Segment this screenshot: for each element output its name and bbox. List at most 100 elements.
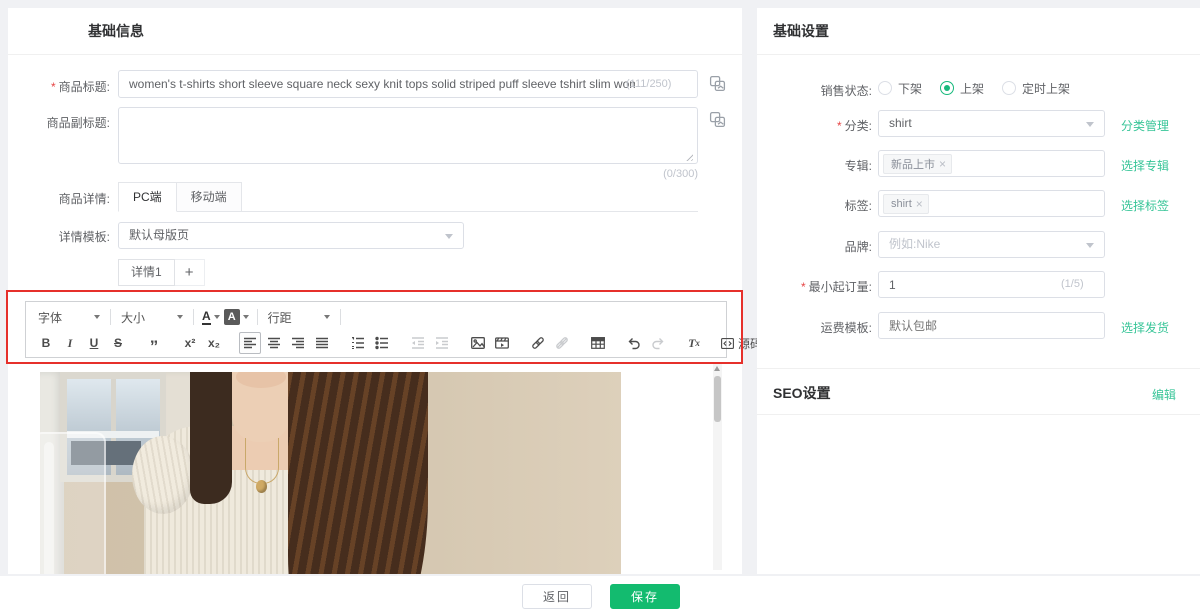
chevron-down-icon <box>177 315 183 319</box>
chevron-down-icon <box>324 315 330 319</box>
remove-tag-icon[interactable]: × <box>939 157 946 171</box>
detail-template-select[interactable]: 默认母版页 <box>118 222 464 249</box>
category-select[interactable]: shirt <box>878 110 1105 137</box>
align-center-icon[interactable] <box>263 332 285 354</box>
divider <box>757 368 1200 369</box>
video-icon[interactable] <box>491 332 513 354</box>
font-size-dropdown[interactable]: 大小 <box>117 306 187 328</box>
save-button[interactable]: 保存 <box>610 584 680 609</box>
scroll-up-icon[interactable] <box>714 366 720 371</box>
radio-on-shelf[interactable]: 上架 <box>940 80 984 97</box>
strikethrough-button[interactable]: S <box>107 332 129 354</box>
separator <box>110 309 111 325</box>
chevron-down-icon <box>94 315 100 319</box>
image-icon[interactable] <box>467 332 489 354</box>
sale-status-radio-group: 下架 上架 定时上架 <box>878 78 1088 98</box>
min-order-counter: (1/5) <box>1061 278 1084 290</box>
product-title-label: *商品标题: <box>8 78 110 95</box>
superscript-button[interactable]: x² <box>179 332 201 354</box>
separator <box>257 309 258 325</box>
scrollbar-thumb[interactable] <box>714 376 721 422</box>
align-justify-icon[interactable] <box>311 332 333 354</box>
outdent-icon[interactable] <box>407 332 429 354</box>
italic-button[interactable]: I <box>59 332 81 354</box>
product-subtitle-label: 商品副标题: <box>8 114 110 131</box>
line-height-dropdown[interactable]: 行距 <box>264 306 334 328</box>
underline-button[interactable]: U <box>83 332 105 354</box>
brand-label: 品牌: <box>757 238 872 255</box>
detail-page-tab-1[interactable]: 详情1 <box>118 259 175 286</box>
radio-timed-shelf[interactable]: 定时上架 <box>1002 80 1070 97</box>
translate-icon[interactable] <box>709 75 726 92</box>
editor-content-area[interactable] <box>25 358 727 574</box>
separator <box>340 309 341 325</box>
basic-info-panel: 基础信息 *商品标题: (111/250) 商品副标题: (0/300) 商品详… <box>8 8 742 574</box>
photo-necklace <box>245 438 279 484</box>
blockquote-button[interactable]: ” <box>143 332 165 354</box>
align-left-icon[interactable] <box>239 332 261 354</box>
freight-label: 运费模板: <box>757 319 872 336</box>
seo-settings-title: SEO设置 <box>773 383 831 403</box>
category-label: *分类: <box>757 117 872 134</box>
separator <box>193 309 194 325</box>
album-tag-chip: 新品上市× <box>883 154 952 174</box>
photo-hair <box>190 372 232 504</box>
tag-label: 标签: <box>757 197 872 214</box>
subscript-button[interactable]: x₂ <box>203 332 225 354</box>
select-shipping-link[interactable]: 选择发货 <box>1121 319 1169 336</box>
select-album-link[interactable]: 选择专辑 <box>1121 157 1169 174</box>
unlink-icon[interactable] <box>551 332 573 354</box>
radio-checked-icon <box>940 81 954 95</box>
seo-edit-link[interactable]: 编辑 <box>1152 386 1176 403</box>
basic-settings-header: 基础设置 <box>757 8 1200 55</box>
product-subtitle-textarea[interactable] <box>118 107 698 164</box>
chevron-down-icon <box>214 315 220 319</box>
radio-icon <box>878 81 892 95</box>
text-color-button[interactable]: A <box>202 309 220 325</box>
radio-off-shelf[interactable]: 下架 <box>878 80 922 97</box>
freight-input[interactable] <box>878 312 1105 339</box>
subtitle-char-counter: (0/300) <box>118 168 698 180</box>
unordered-list-icon[interactable] <box>371 332 393 354</box>
rich-text-toolbar: 字体 大小 A A 行距 B I U S ” x² x₂ <box>25 301 727 358</box>
tag-input[interactable]: shirt× <box>878 190 1105 217</box>
detail-template-label: 详情模板: <box>8 228 110 245</box>
product-detail-label: 商品详情: <box>8 190 110 207</box>
tab-mobile[interactable]: 移动端 <box>177 182 242 212</box>
add-detail-tab-button[interactable]: + <box>175 259 205 286</box>
brand-select[interactable]: 例如:Nike <box>878 231 1105 258</box>
ordered-list-icon[interactable] <box>347 332 369 354</box>
tab-pc[interactable]: PC端 <box>118 182 177 212</box>
basic-info-title: 基础信息 <box>88 8 144 55</box>
remove-format-button[interactable]: Tx <box>683 332 705 354</box>
link-icon[interactable] <box>527 332 549 354</box>
chevron-down-icon <box>1086 122 1094 127</box>
bold-button[interactable]: B <box>35 332 57 354</box>
basic-info-header: 基础信息 <box>8 8 742 55</box>
chevron-down-icon <box>243 315 249 319</box>
source-code-icon <box>720 336 735 351</box>
detail-device-tabbar: PC端 移动端 <box>118 182 698 212</box>
album-input[interactable]: 新品上市× <box>878 150 1105 177</box>
translate-icon[interactable] <box>709 111 726 128</box>
background-color-button[interactable]: A <box>224 309 249 325</box>
chevron-down-icon <box>1086 243 1094 248</box>
product-detail-photo <box>40 372 621 574</box>
font-family-dropdown[interactable]: 字体 <box>34 306 104 328</box>
align-right-icon[interactable] <box>287 332 309 354</box>
indent-icon[interactable] <box>431 332 453 354</box>
redo-icon[interactable] <box>647 332 669 354</box>
select-tag-link[interactable]: 选择标签 <box>1121 197 1169 214</box>
back-button[interactable]: 返回 <box>522 584 592 609</box>
tag-chip: shirt× <box>883 194 929 214</box>
album-label: 专辑: <box>757 157 872 174</box>
product-title-input[interactable] <box>118 70 698 98</box>
table-icon[interactable] <box>587 332 609 354</box>
remove-tag-icon[interactable]: × <box>916 197 923 211</box>
sale-status-label: 销售状态: <box>757 82 872 99</box>
min-order-label: *最小起订量: <box>757 278 872 295</box>
basic-settings-title: 基础设置 <box>773 8 829 55</box>
undo-icon[interactable] <box>623 332 645 354</box>
editor-scrollbar[interactable] <box>713 364 722 570</box>
category-manage-link[interactable]: 分类管理 <box>1121 117 1169 134</box>
